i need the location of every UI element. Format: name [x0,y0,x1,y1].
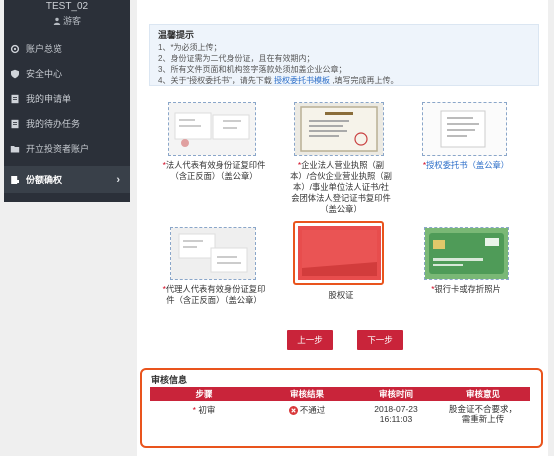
nav-item-my-applications[interactable]: 我的申请单 [4,86,130,111]
equity-certificate-thumbnail[interactable] [293,221,384,285]
chevron-right-icon: › [116,173,120,186]
doc-caption-power-of-attorney: *授权委托书（盖公章） [415,160,517,171]
tip-box: 温馨提示 1、*为必须上传； 2、身份证需为二代身份证，且在有效期内； 3、所有… [149,24,539,86]
document-icon [10,94,20,104]
id-card-thumbnail[interactable] [168,102,256,156]
cell-time: 2018-07-23 16:11:03 [356,404,436,424]
doc-label: 银行卡或存折照片 [434,284,501,294]
cell-opinion: 股金证不合要求，需重新上传 [448,404,517,424]
nav-label: 我的待办任务 [26,119,81,129]
shield-icon [10,69,20,79]
tip-line-3: 3、所有文件页面和机构签字落款处须加盖企业公章； [158,65,347,74]
business-license-thumbnail[interactable] [294,102,384,156]
bank-card-thumbnail[interactable] [424,227,509,280]
doc-label: 代理人代表有效身份证复印件（含正反面）（盖公章） [165,284,266,305]
power-of-attorney-thumbnail[interactable] [422,102,507,156]
tip-line-4: 4、关于“授权委托书”，请先下载 授权委托书模板 ,填写完成再上传。 [158,75,530,86]
username: TEST_02 [45,1,89,12]
tip-line-4-text: 4、关于“授权委托书”，请先下载 [158,76,274,85]
user-info: TEST_02 游客 [4,0,130,36]
sidebar: TEST_02 游客 账户总览 安全中心 我的申请单 我的待办任务 开立投资者账… [4,0,130,202]
doc-caption-business-license: *企业法人营业执照（副本）/合伙企业营业执照（副本）/事业单位法人证书/社会团体… [289,160,393,215]
template-download-link[interactable]: 授权委托书模板 [274,76,330,85]
nav-label: 份额确权 [26,175,63,185]
doc-caption-agent-id: *代理人代表有效身份证复印件（含正反面）（盖公章） [161,284,267,306]
next-step-button[interactable]: 下一步 [357,330,403,350]
key-icon [10,175,20,185]
required-mark: * [192,405,196,415]
audit-table-header: 步骤 审核结果 审核时间 审核意见 [150,387,530,401]
cell-result: 不通过 [258,404,356,424]
nav-item-security-center[interactable]: 安全中心 [4,61,130,86]
nav-item-account-overview[interactable]: 账户总览 [4,36,130,61]
nav-label: 账户总览 [26,44,63,54]
agent-id-card-thumbnail[interactable] [170,227,256,280]
nav-item-share-confirmation[interactable]: 份额确权 › [4,166,130,193]
audit-table: 步骤 审核结果 审核时间 审核意见 * 初审 不通过 2018-07-23 16… [150,387,530,424]
header-time: 审核时间 [378,389,413,399]
nav-item-my-tasks[interactable]: 我的待办任务 [4,111,130,136]
doc-label: 股权证 [328,290,354,300]
time-clock: 16:11:03 [379,414,413,424]
doc-caption-equity-certificate: 股权证 [289,290,393,301]
doc-label: 企业法人营业执照（副本）/合伙企业营业执照（副本）/事业单位法人证书/社会团体法… [290,160,392,214]
time-date: 2018-07-23 [374,404,418,414]
doc-label: 法人代表有效身份证复印件（含正反面）（盖公章） [165,160,266,181]
document-icon [10,119,20,129]
nav-label: 开立投资者账户 [26,144,90,154]
tip-line-1: 1、*为必须上传； [158,43,222,52]
cell-step: * 初审 [150,404,258,424]
header-opinion: 审核意见 [465,389,500,399]
doc-caption-legal-rep-id: *法人代表有效身份证复印件（含正反面）（盖公章） [161,160,267,182]
person-icon [53,17,61,27]
gear-icon [10,44,20,54]
nav-label: 安全中心 [26,69,63,79]
doc-caption-bank-card: *银行卡或存折照片 [415,284,517,295]
prev-step-button[interactable]: 上一步 [287,330,333,350]
header-step: 步骤 [195,389,213,399]
main-panel: 温馨提示 1、*为必须上传； 2、身份证需为二代身份证，且在有效期内； 3、所有… [137,0,548,456]
tip-line-2: 2、身份证需为二代身份证，且在有效期内； [158,54,315,63]
user-role-label: 游客 [62,16,81,26]
tip-line-4-text-end: ,填写完成再上传。 [330,76,399,85]
header-result: 审核结果 [289,389,324,399]
doc-label[interactable]: 授权委托书（盖公章） [426,160,509,170]
nav-item-open-investor-account[interactable]: 开立投资者账户 [4,136,130,161]
audit-info-section: 审核信息 步骤 审核结果 审核时间 审核意见 * 初审 不通过 2018-07-… [140,368,543,448]
tip-title: 温馨提示 [158,30,195,40]
folder-icon [10,144,20,154]
table-row: * 初审 不通过 2018-07-23 16:11:03 股金证不合要求，需重新… [150,401,530,424]
nav-label: 我的申请单 [26,94,72,104]
error-icon [288,406,298,417]
audit-title: 审核信息 [151,375,188,385]
user-role: 游客 [4,14,130,27]
result-value: 不通过 [299,405,326,415]
step-value: 初审 [198,405,216,415]
